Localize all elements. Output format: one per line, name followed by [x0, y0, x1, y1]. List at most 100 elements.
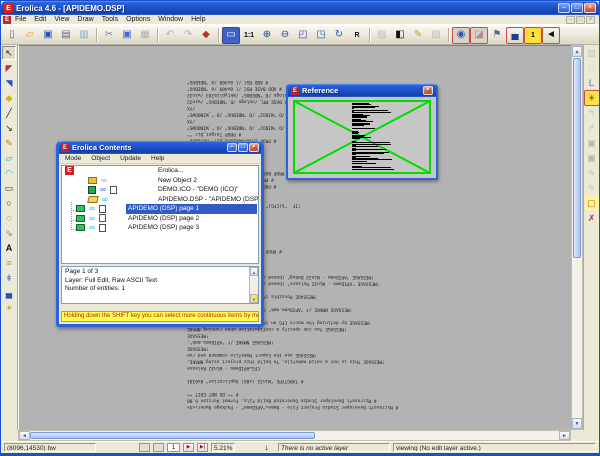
tree-item[interactable]: ∞ DEMO.ICO - "DEMO (ICO)" [62, 185, 258, 195]
maximize-button[interactable]: □ [571, 3, 583, 13]
contents-menu-update[interactable]: Update [116, 154, 145, 163]
tree-item[interactable]: ∞ APIDEMO (DSP) page 1 [62, 202, 258, 214]
scroll-up-button[interactable]: ▲ [572, 46, 582, 57]
contents-menu-object[interactable]: Object [87, 154, 114, 163]
copy-icon: ▣ [122, 29, 132, 40]
stamp-tool-button[interactable]: ▄ [2, 286, 16, 300]
next-page-button[interactable]: ▶ [183, 443, 194, 452]
invert-view-button[interactable]: ◧ [392, 28, 408, 43]
ellipse-tool-button[interactable]: ◌ [2, 211, 16, 225]
pan-tool-button[interactable]: ◥ [2, 76, 16, 90]
contents-minimize-button[interactable]: – [227, 143, 237, 152]
tree-item-label: DEMO.ICO - "DEMO (ICO)" [158, 186, 239, 193]
note-show-button[interactable]: ▢ [584, 196, 599, 210]
page-info-line: Page 1 of 3 [65, 268, 99, 275]
print-button[interactable]: ▤ [58, 28, 74, 43]
vertical-scrollbar[interactable]: ▲ ▼ [571, 45, 583, 430]
flag-markup-button[interactable]: ⚑ [489, 28, 505, 43]
tree-item[interactable]: ∞ APIDEMO (DSP) page 3 [62, 221, 258, 233]
zoom-out-button[interactable]: ⊖ [277, 28, 293, 43]
scroll-right-button[interactable]: ► [559, 431, 570, 440]
menu-file[interactable]: File [11, 15, 30, 25]
move-point-tool-button[interactable]: ⇘ [2, 226, 16, 240]
layer-corner-button[interactable]: L [585, 76, 599, 90]
menu-edit[interactable]: Edit [30, 15, 50, 25]
prev-view-button[interactable]: ◰ [295, 28, 311, 43]
save-file-button[interactable]: ▣ [40, 28, 56, 43]
select-tool-button[interactable]: ↖ [2, 46, 16, 60]
mdi-restore-button[interactable]: □ [576, 15, 585, 24]
dimension-tool-button[interactable]: ǂ [2, 271, 16, 285]
title-bar[interactable]: E Erolica 4.6 - [APIDEMO.DSP] – □ × [1, 1, 599, 15]
mdi-minimize-button[interactable]: – [566, 15, 575, 24]
print-icon: ▤ [61, 29, 71, 40]
zoom-in-button[interactable]: ⊕ [259, 28, 275, 43]
pencil-tool-icon: ✎ [5, 137, 13, 148]
rotate-view-button[interactable]: ↻ [331, 28, 347, 43]
circle-tool-icon: ○ [6, 197, 12, 208]
contents-menu-help[interactable]: Help [147, 154, 168, 163]
pencil-tool-button[interactable]: ✎ [2, 136, 16, 150]
prev-marker-button[interactable]: ◄ [543, 28, 559, 43]
menu-tools[interactable]: Tools [98, 15, 122, 25]
new-document-button[interactable]: ▯ [4, 28, 20, 43]
marker-tool-button[interactable]: ◆ [2, 91, 16, 105]
polyline-tool-button[interactable]: ▱ [2, 151, 16, 165]
note-hide-button[interactable]: ✗ [585, 211, 599, 225]
horizontal-scroll-thumb[interactable] [30, 432, 315, 439]
stamp-button[interactable]: ▄ [507, 28, 523, 43]
callout-1-button[interactable]: 1 [525, 27, 541, 43]
menu-view[interactable]: View [50, 15, 73, 25]
rectangle-tool-button[interactable]: ▭ [2, 181, 16, 195]
image-frame-button[interactable]: ◪ [471, 27, 487, 43]
info-scroll-up-button[interactable]: ▲ [250, 267, 258, 276]
tree-item[interactable]: ∞ APIDEMO.DSP - "APIDEMO (DSP)" [62, 195, 258, 205]
cut-button[interactable]: ✂ [101, 28, 117, 43]
arc-tool-button[interactable]: ◠ [2, 166, 16, 180]
line-tool-button[interactable]: ╱ [2, 106, 16, 120]
layers-tool-button[interactable]: ≡ [2, 256, 16, 270]
color-layers-button[interactable]: ◆ [198, 28, 214, 43]
open-file-button[interactable]: ▱ [22, 28, 38, 43]
tree-item[interactable]: ∞ New Object 2 [62, 176, 258, 186]
horizontal-scrollbar[interactable]: ◄ ► [18, 430, 571, 441]
reference-close-button[interactable]: × [423, 86, 433, 95]
text-tool-button[interactable]: A [2, 241, 16, 255]
menu-help[interactable]: Help [187, 15, 209, 25]
minimize-button[interactable]: – [558, 3, 570, 13]
menu-window[interactable]: Window [154, 15, 187, 25]
scroll-left-button[interactable]: ◄ [19, 431, 30, 440]
drawing-toolbar: ↖ ◤ ◥ ◆ ╱ ↘ ✎ ▱ ◠ ▭ ○ ◌ ⇘ A ≡ ǂ ▄ ☀ [1, 45, 18, 430]
active-layer-indicator-button[interactable]: ☀ [584, 91, 599, 105]
contents-title-bar[interactable]: E Erolica Contents – □ × [59, 141, 261, 154]
circle-tool-button[interactable]: ○ [2, 196, 16, 210]
down-arrow-icon[interactable]: ↓ [264, 443, 269, 452]
tree-item[interactable]: E Erolica... [62, 166, 258, 176]
info-scroll-down-button[interactable]: ▼ [250, 294, 258, 303]
brightness-tool-button[interactable]: ☀ [2, 301, 16, 315]
reference-title-bar[interactable]: E Reference × [288, 84, 436, 97]
menu-options[interactable]: Options [122, 15, 154, 25]
last-page-button[interactable]: ▶| [197, 443, 208, 452]
tree-item[interactable]: ∞ APIDEMO (DSP) page 2 [62, 211, 258, 224]
arrow-tool-button[interactable]: ↘ [2, 121, 16, 135]
contents-maximize-button[interactable]: □ [238, 143, 248, 152]
contents-close-button[interactable]: × [249, 143, 259, 152]
reference-view[interactable] [288, 97, 436, 178]
mdi-close-button[interactable]: × [586, 15, 595, 24]
zoom-area-tool-button[interactable]: ◤ [2, 61, 16, 75]
vertical-scroll-thumb[interactable] [573, 58, 581, 258]
contents-menu-mode[interactable]: Mode [61, 154, 85, 163]
next-view-button[interactable]: ◳ [313, 28, 329, 43]
info-scrollbar[interactable]: ▲ ▼ [249, 267, 258, 303]
close-button[interactable]: × [584, 3, 596, 13]
annotate-pen-button[interactable]: ✎ [410, 28, 426, 43]
fit-view-button[interactable]: ▭ [223, 27, 239, 43]
copy-button[interactable]: ▣ [119, 28, 135, 43]
rotate-page-button[interactable]: R [349, 28, 365, 43]
attachments-button[interactable]: ◉ [453, 27, 469, 43]
print-preview-button[interactable]: ▥ [76, 28, 92, 43]
menu-draw[interactable]: Draw [73, 15, 97, 25]
scroll-down-button[interactable]: ▼ [572, 418, 582, 429]
actual-size-button[interactable]: 1:1 [241, 28, 257, 43]
